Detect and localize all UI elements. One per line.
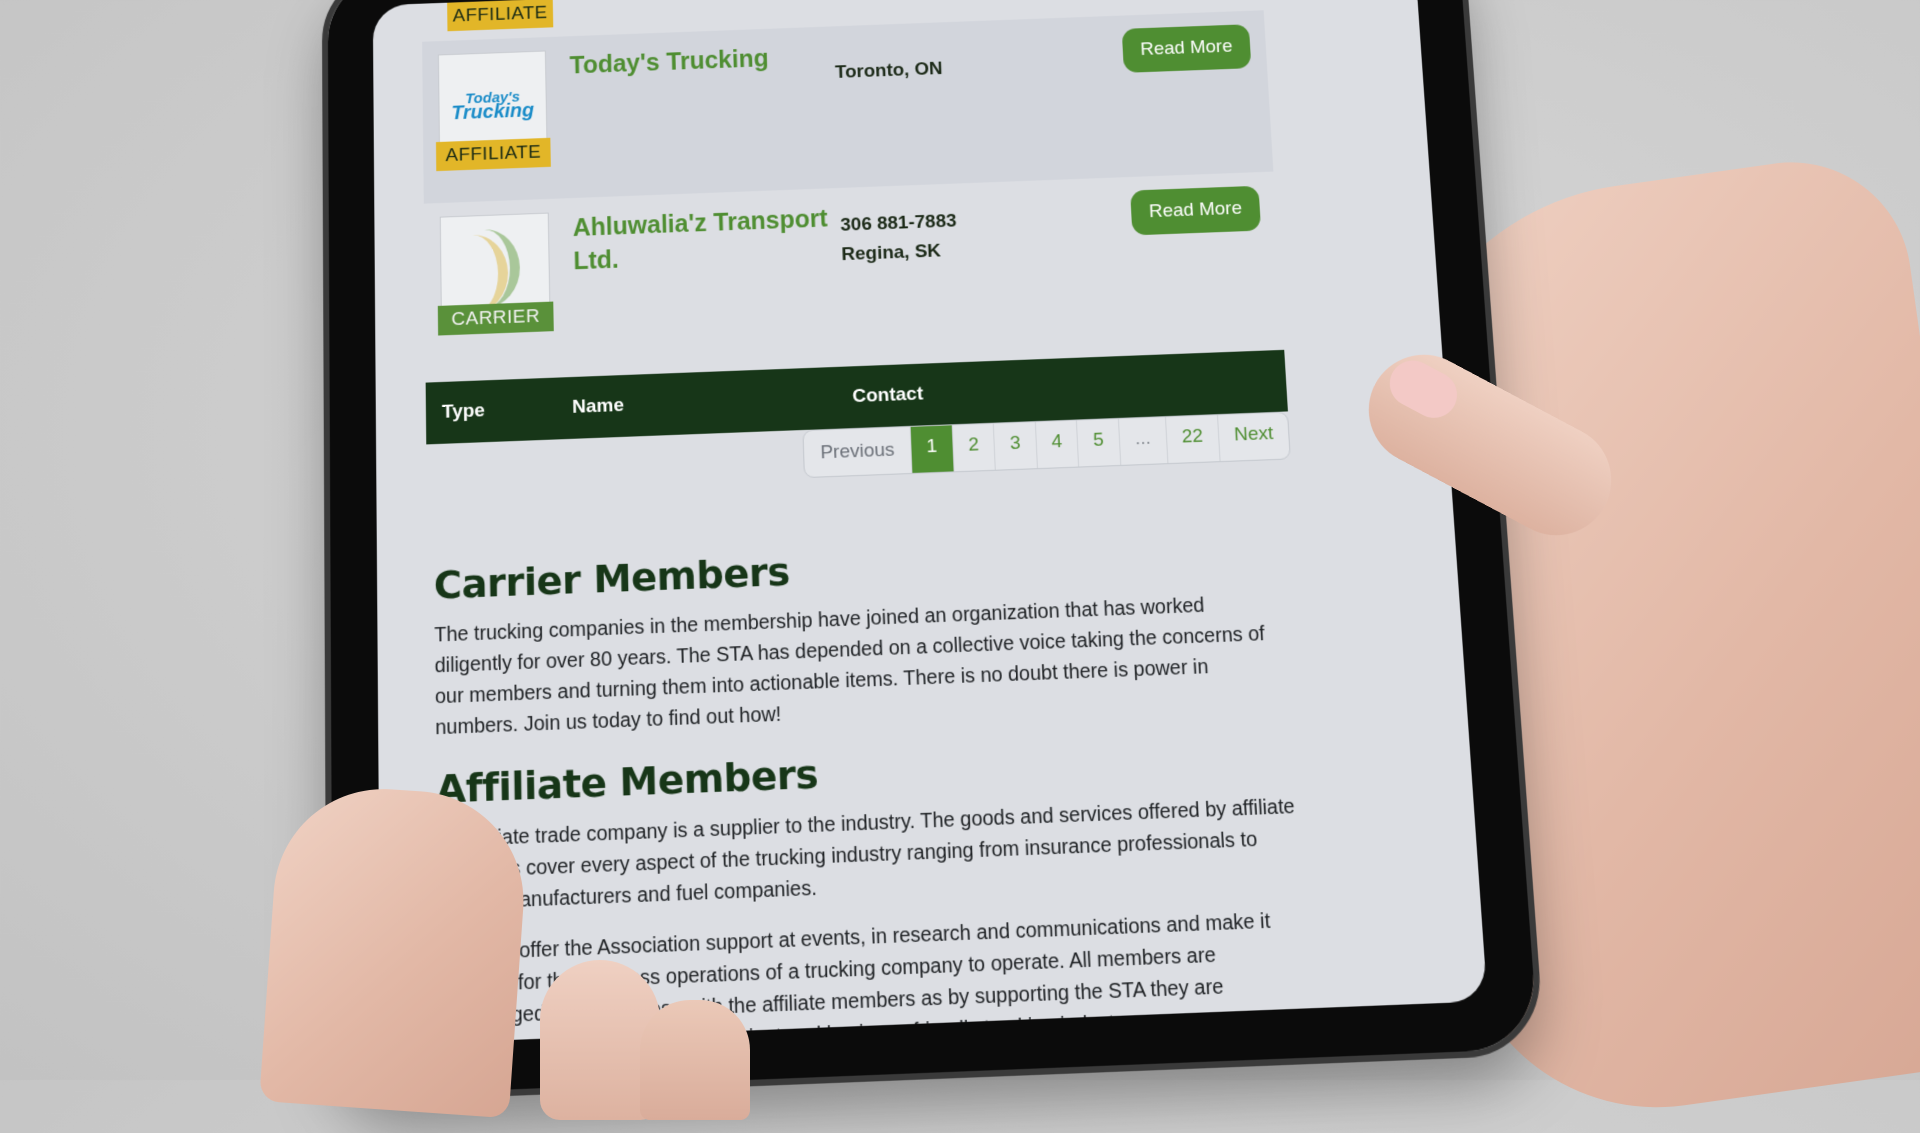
swoosh-logo-icon — [438, 228, 531, 315]
listing-row: Today's Trucking AFFILIATE Today's Truck… — [422, 10, 1274, 204]
page-button[interactable]: 3 — [992, 422, 1037, 470]
contact-info: Toronto, ON — [834, 30, 1095, 174]
left-finger — [640, 1000, 750, 1120]
next-page-button[interactable]: Next — [1216, 412, 1290, 462]
todays-trucking-logo: Today's Trucking — [451, 88, 535, 125]
column-type[interactable]: Type — [442, 397, 573, 424]
company-logo: CARRIER — [437, 212, 554, 336]
page-button[interactable]: 2 — [951, 423, 995, 472]
type-badge: AFFILIATE — [447, 0, 554, 32]
page-button[interactable]: 4 — [1034, 420, 1079, 469]
company-logo: Today's Trucking AFFILIATE — [435, 50, 551, 172]
type-badge: AFFILIATE — [435, 137, 551, 172]
affiliate-members-text: An affiliate trade company is a supplier… — [436, 795, 1296, 916]
company-name[interactable]: Today's Trucking — [546, 40, 839, 186]
column-name[interactable]: Name — [572, 386, 853, 419]
carrier-members-text: The trucking companies in the membership… — [434, 594, 1266, 740]
page-button[interactable]: 22 — [1164, 415, 1220, 464]
company-name[interactable]: Ahluwalia'z Transport Ltd. — [549, 202, 845, 350]
left-hand — [259, 781, 531, 1119]
read-more-button[interactable]: Read More — [1130, 185, 1262, 236]
page-ellipsis: ... — [1117, 417, 1168, 465]
contact-info: 306 881-7883 Regina, SK — [840, 192, 1104, 339]
location: Toronto, ON — [834, 58, 943, 83]
listing-row: CARRIER Ahluwalia'z Transport Ltd. 306 8… — [424, 172, 1284, 369]
page-button[interactable]: 5 — [1076, 418, 1121, 467]
member-directory: AFFILIATE Today's Trucking AFFILIATE Tod… — [422, 0, 1327, 1045]
type-badge: CARRIER — [437, 301, 554, 336]
previous-logo: AFFILIATE — [447, 0, 554, 32]
page-button[interactable]: 1 — [909, 425, 954, 473]
read-more-button[interactable]: Read More — [1121, 24, 1252, 73]
column-contact[interactable]: Contact — [852, 379, 1053, 409]
previous-page-button[interactable]: Previous — [804, 427, 912, 477]
tablet-screen: AFFILIATE Today's Trucking AFFILIATE Tod… — [372, 0, 1488, 1046]
